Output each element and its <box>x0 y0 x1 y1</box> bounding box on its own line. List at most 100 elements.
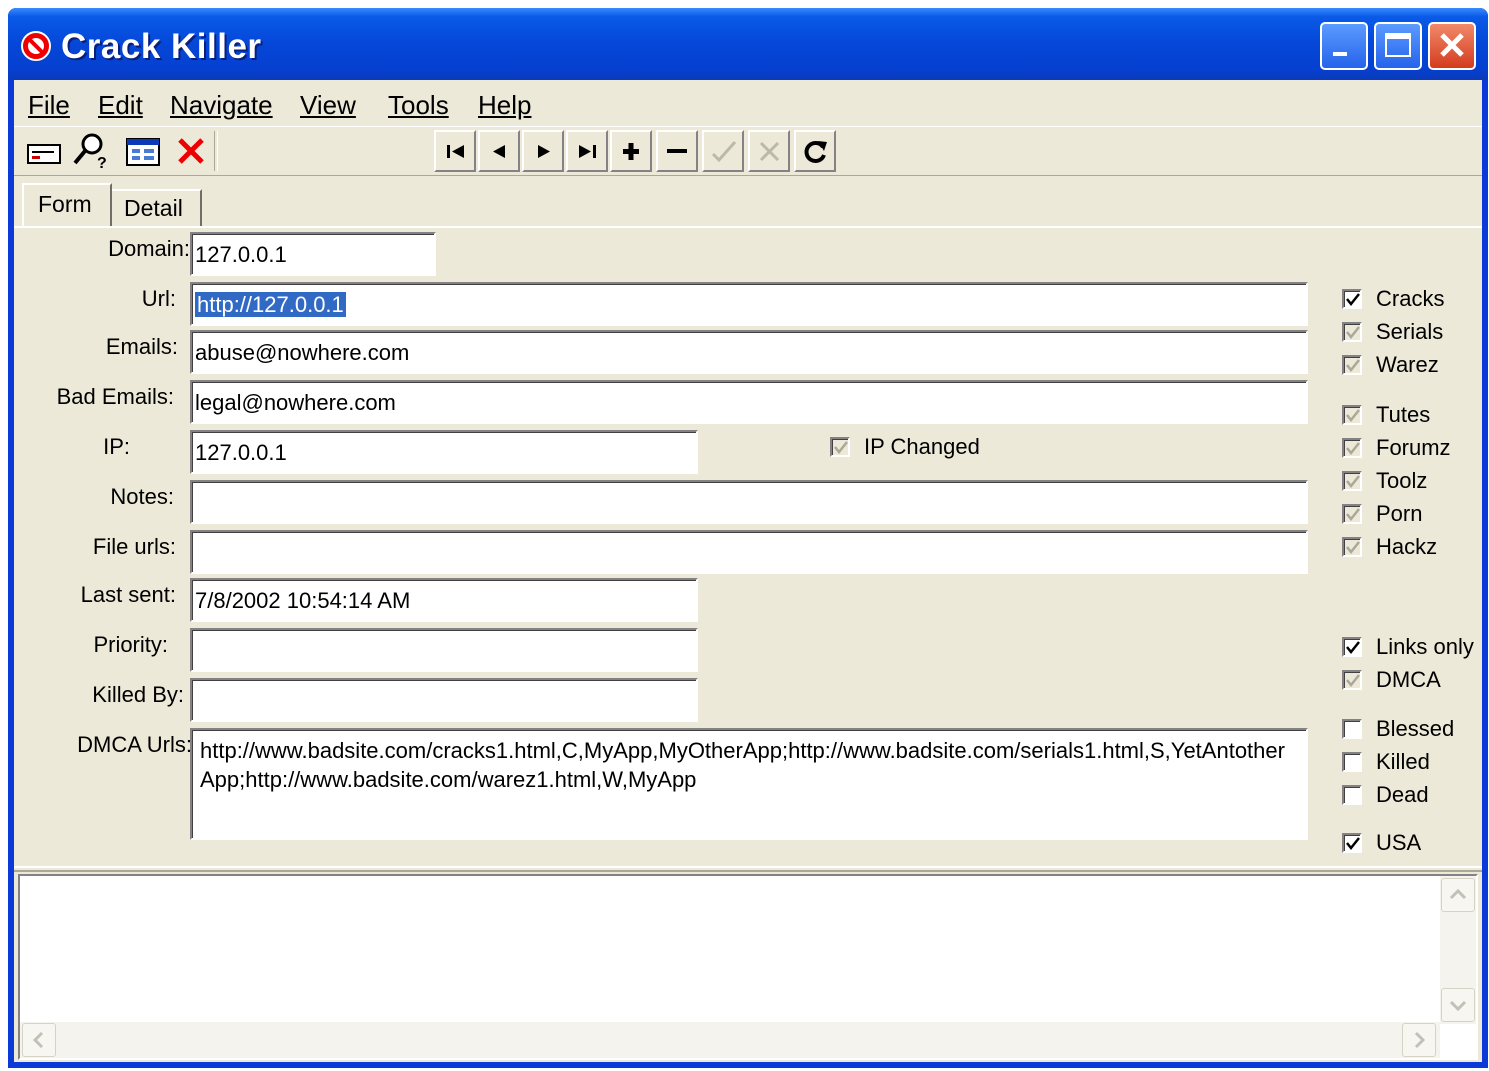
find-button[interactable]: ? <box>70 130 112 172</box>
splitter[interactable] <box>14 866 1482 872</box>
cancel-edit-icon <box>759 141 780 162</box>
blessed-box <box>1342 719 1362 739</box>
checkmark-icon <box>1346 409 1360 423</box>
url-label: Url: <box>141 286 176 311</box>
last-sent-label: Last sent: <box>80 582 176 607</box>
delete-x-button[interactable] <box>170 130 212 172</box>
close-icon <box>1440 33 1464 57</box>
first-record-button[interactable] <box>434 130 476 172</box>
toolz-checkbox[interactable]: Toolz <box>1342 468 1427 494</box>
url-field-value: http://127.0.0.1 <box>195 292 346 317</box>
priority-label: Priority: <box>93 632 168 657</box>
blessed-checkbox[interactable]: Blessed <box>1342 716 1454 742</box>
menu-edit[interactable]: Edit <box>98 90 143 121</box>
post-edit-button[interactable] <box>702 130 744 172</box>
porn-checkbox[interactable]: Porn <box>1342 501 1422 527</box>
cancel-edit-button[interactable] <box>748 130 790 172</box>
record-card-button[interactable] <box>24 130 66 172</box>
log-memo[interactable] <box>18 874 1478 1060</box>
tab-strip: Form Detail <box>14 177 1482 227</box>
checkmark-icon <box>1346 326 1360 340</box>
menu-navigate[interactable]: Navigate <box>170 90 273 121</box>
ip-changed-box <box>830 437 850 457</box>
scroll-left-button[interactable] <box>22 1023 56 1057</box>
links-only-checkbox[interactable]: Links only <box>1342 634 1474 660</box>
killed-label: Killed <box>1376 749 1430 774</box>
menu-view[interactable]: View <box>300 90 356 121</box>
bad-emails-field[interactable]: legal@nowhere.com <box>190 380 1308 424</box>
vertical-scrollbar[interactable] <box>1440 876 1476 1024</box>
checkmark-icon <box>1346 837 1360 851</box>
serials-checkbox[interactable]: Serials <box>1342 319 1443 345</box>
links-only-box <box>1342 637 1362 657</box>
hackz-checkbox[interactable]: Hackz <box>1342 534 1437 560</box>
ip-field[interactable]: 127.0.0.1 <box>190 430 698 474</box>
grid-view-icon <box>126 138 160 166</box>
warez-checkbox[interactable]: Warez <box>1342 352 1439 378</box>
notes-label: Notes: <box>110 484 174 509</box>
app-icon <box>21 31 51 61</box>
minimize-icon <box>1333 52 1347 56</box>
menu-edit-label: Edit <box>98 90 143 120</box>
grid-view-button[interactable] <box>122 130 164 172</box>
minimize-button[interactable] <box>1320 22 1368 70</box>
scroll-up-button[interactable] <box>1441 878 1475 912</box>
title-bar[interactable]: Crack Killer <box>8 8 1488 80</box>
insert-record-button[interactable] <box>610 130 652 172</box>
insert-record-icon <box>623 143 639 160</box>
horizontal-scrollbar[interactable] <box>20 1022 1440 1058</box>
url-field[interactable]: http://127.0.0.1 <box>190 282 1308 326</box>
chevron-up-icon <box>1449 888 1467 900</box>
blessed-label: Blessed <box>1376 716 1455 741</box>
maximize-icon <box>1385 33 1411 57</box>
toolz-box <box>1342 471 1362 491</box>
last-sent-field[interactable]: 7/8/2002 10:54:14 AM <box>190 578 698 622</box>
forumz-box <box>1342 438 1362 458</box>
toolbar: ? <box>14 126 1482 176</box>
delete-record-button[interactable] <box>656 130 698 172</box>
domain-field[interactable]: 127.0.0.1 <box>190 232 436 276</box>
client-area: File Edit Navigate View Tools Help ? For… <box>14 80 1482 1062</box>
tab-detail[interactable]: Detail <box>112 189 202 227</box>
menu-file[interactable]: File <box>28 90 70 121</box>
cracks-checkbox[interactable]: Cracks <box>1342 286 1444 312</box>
serials-label: Serials <box>1376 319 1444 344</box>
dmca-urls-field[interactable]: http://www.badsite.com/cracks1.html,C,My… <box>190 728 1308 840</box>
killed-by-field[interactable] <box>190 678 698 722</box>
tutes-checkbox[interactable]: Tutes <box>1342 402 1430 428</box>
file-urls-field[interactable] <box>190 530 1308 574</box>
chevron-down-icon <box>1449 1000 1467 1012</box>
find-icon: ? <box>73 133 107 172</box>
close-button[interactable] <box>1428 22 1476 70</box>
dmca-checkbox[interactable]: DMCA <box>1342 667 1441 693</box>
checkmark-icon <box>1346 475 1360 489</box>
ip-changed-checkbox[interactable]: IP Changed <box>830 434 980 460</box>
refresh-button[interactable] <box>794 130 836 172</box>
emails-label: Emails: <box>105 334 178 359</box>
usa-label: USA <box>1376 830 1422 855</box>
next-record-icon <box>538 145 550 158</box>
priority-field[interactable] <box>190 628 698 672</box>
maximize-button[interactable] <box>1374 22 1422 70</box>
scroll-right-button[interactable] <box>1402 1023 1436 1057</box>
prior-record-button[interactable] <box>478 130 520 172</box>
prior-record-icon <box>493 145 505 158</box>
ip-label: IP: <box>103 434 130 459</box>
dead-checkbox[interactable]: Dead <box>1342 782 1429 808</box>
app-window: Crack Killer File Edit Navigate View Too… <box>8 8 1488 1068</box>
usa-checkbox[interactable]: USA <box>1342 830 1421 856</box>
emails-field[interactable]: abuse@nowhere.com <box>190 330 1308 374</box>
domain-label: Domain: <box>108 236 190 261</box>
serials-box <box>1342 322 1362 342</box>
killed-checkbox[interactable]: Killed <box>1342 749 1430 775</box>
notes-field[interactable] <box>190 480 1308 524</box>
last-record-button[interactable] <box>566 130 608 172</box>
chevron-left-icon <box>32 1031 44 1049</box>
forumz-checkbox[interactable]: Forumz <box>1342 435 1451 461</box>
tutes-box <box>1342 405 1362 425</box>
menu-help[interactable]: Help <box>478 90 531 121</box>
menu-tools[interactable]: Tools <box>388 90 449 121</box>
tab-form[interactable]: Form <box>22 183 112 227</box>
next-record-button[interactable] <box>522 130 564 172</box>
scroll-down-button[interactable] <box>1441 988 1475 1022</box>
